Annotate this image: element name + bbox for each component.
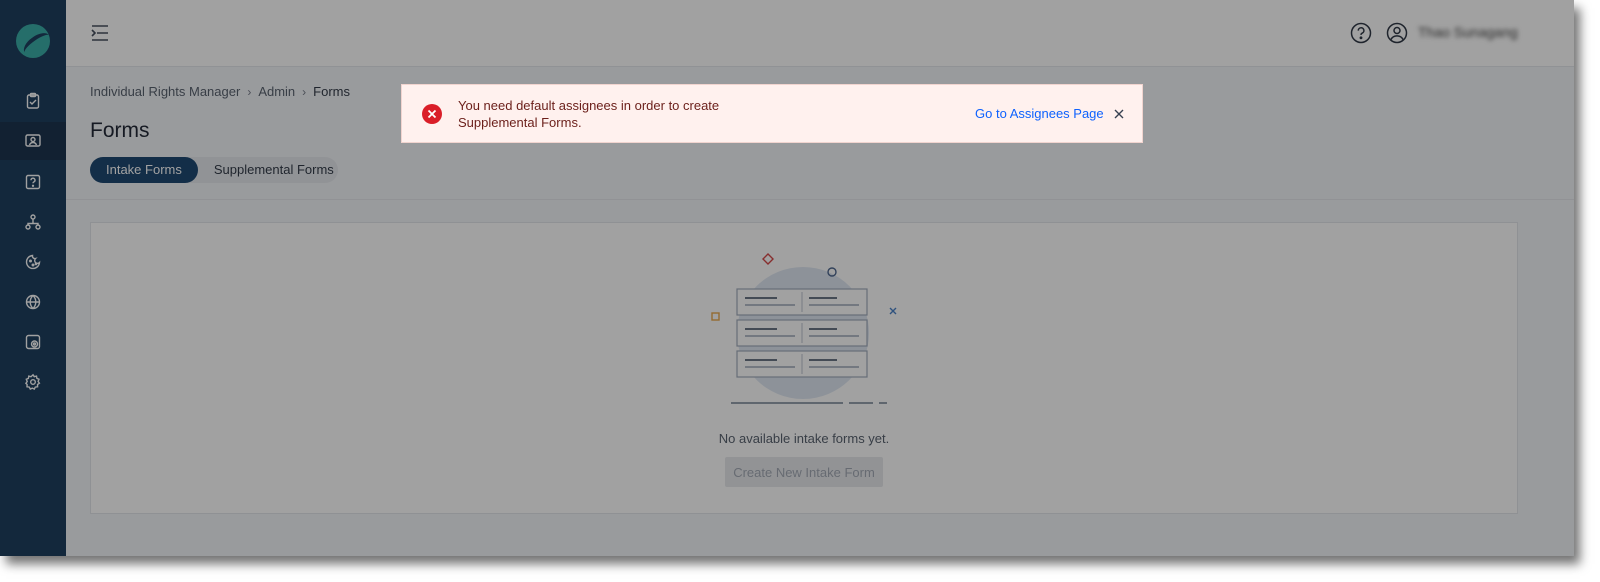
app-window: Thao Sunagang Individual Rights Manager …: [0, 0, 1574, 556]
error-icon: [422, 104, 442, 124]
close-icon[interactable]: [1112, 107, 1126, 121]
error-notification: You need default assignees in order to c…: [401, 84, 1143, 143]
notification-message: You need default assignees in order to c…: [458, 98, 720, 130]
go-to-assignees-link[interactable]: Go to Assignees Page: [975, 106, 1104, 121]
